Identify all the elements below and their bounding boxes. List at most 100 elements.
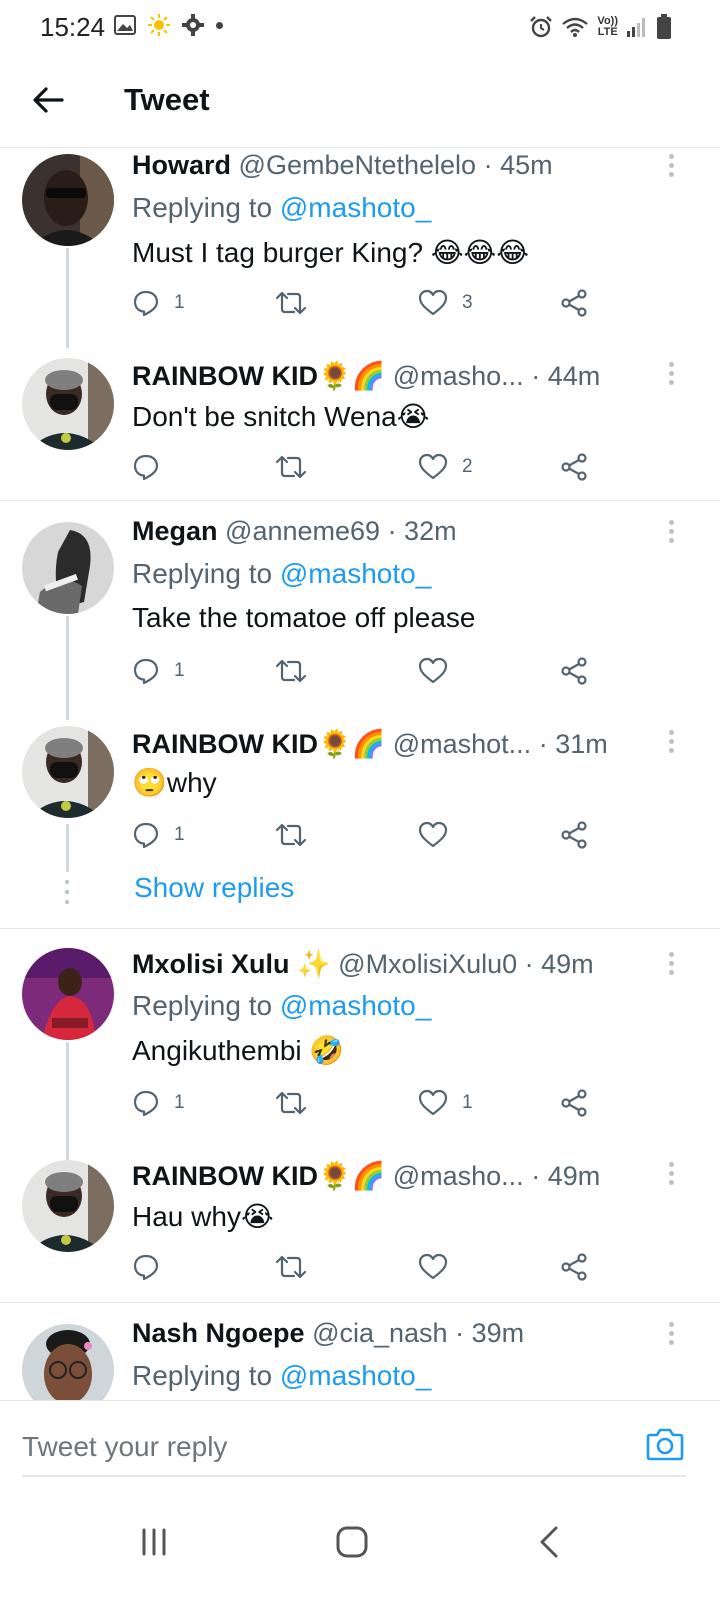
avatar[interactable] — [22, 1324, 114, 1400]
back-icon[interactable] — [530, 1522, 570, 1562]
share-button[interactable] — [560, 286, 588, 320]
reply-count: 1 — [174, 824, 185, 845]
reply-button[interactable]: 1 — [132, 1086, 185, 1120]
author-name[interactable]: Howard — [132, 150, 231, 180]
avatar[interactable] — [22, 726, 114, 818]
like-button[interactable] — [418, 654, 462, 688]
like-button[interactable] — [418, 818, 462, 852]
author-handle[interactable]: @masho... — [393, 361, 524, 391]
avatar[interactable] — [22, 948, 114, 1040]
mention-link[interactable]: @mashoto_ — [280, 990, 431, 1021]
retweet-button[interactable] — [274, 1086, 308, 1120]
avatar[interactable] — [22, 1160, 114, 1252]
tweet-megan[interactable]: Megan @anneme69 · 32m Replying to @masho… — [0, 502, 720, 720]
author-handle[interactable]: @GembeNtethelelo — [239, 150, 477, 180]
tweet-rainbow-kid[interactable]: RAINBOW KID🌻🌈 @mashot... · 31m 🙄why 1 Sh… — [0, 720, 720, 926]
home-icon[interactable] — [332, 1522, 372, 1562]
mention-link[interactable]: @mashoto_ — [280, 192, 431, 223]
tweet-time: · 31m — [538, 729, 608, 759]
reply-button[interactable]: 1 — [132, 654, 185, 688]
reply-button[interactable] — [132, 1250, 174, 1284]
share-button[interactable] — [560, 1086, 588, 1120]
show-replies-link[interactable]: Show replies — [134, 872, 294, 904]
system-nav-bar — [0, 1488, 720, 1600]
tweet-text: Angikuthembi 🤣 — [132, 1035, 345, 1066]
heart-icon — [418, 1253, 448, 1280]
reply-count: 1 — [174, 660, 185, 681]
reply-button[interactable]: 1 — [132, 818, 185, 852]
retweet-button[interactable] — [274, 1250, 308, 1284]
retweet-button[interactable] — [274, 654, 308, 688]
avatar[interactable] — [22, 522, 114, 614]
author-handle[interactable]: @anneme69 — [225, 516, 380, 546]
tweet-nash-ngoepe[interactable]: Nash Ngoepe @cia_nash · 39m Replying to … — [0, 1304, 720, 1400]
share-icon — [561, 1253, 587, 1281]
reply-input[interactable] — [22, 1427, 622, 1467]
like-button[interactable]: 2 — [418, 450, 473, 484]
like-count: 3 — [462, 292, 473, 313]
camera-icon[interactable] — [646, 1427, 684, 1461]
reply-icon — [133, 290, 159, 317]
reply-button[interactable] — [132, 450, 174, 484]
author-handle[interactable]: @mashot... — [393, 729, 531, 759]
avatar[interactable] — [22, 358, 114, 450]
thread-continuation-dots — [63, 880, 71, 910]
tweet-howard[interactable]: Howard @GembeNtethelelo · 45m Replying t… — [0, 148, 720, 348]
recents-icon[interactable] — [134, 1522, 174, 1562]
share-icon — [561, 1089, 587, 1117]
retweet-icon — [275, 455, 307, 479]
like-button[interactable] — [418, 1250, 462, 1284]
share-button[interactable] — [560, 818, 588, 852]
reply-button[interactable]: 1 — [132, 286, 185, 320]
tweet-rainbow-kid[interactable]: RAINBOW KID🌻🌈 @masho... · 44m Don't be s… — [0, 348, 720, 500]
reply-count: 1 — [174, 292, 185, 313]
tweet-time: · 49m — [524, 949, 594, 979]
tweet-rainbow-kid[interactable]: RAINBOW KID🌻🌈 @masho... · 49m Hau why😭 — [0, 1152, 720, 1300]
reply-feed[interactable]: Howard @GembeNtethelelo · 45m Replying t… — [0, 148, 720, 1400]
arrow-left-icon[interactable] — [30, 82, 66, 118]
share-button[interactable] — [560, 654, 588, 688]
mention-link[interactable]: @mashoto_ — [280, 558, 431, 589]
author-name[interactable]: RAINBOW KID🌻🌈 — [132, 361, 385, 391]
tweet-actions — [132, 1250, 612, 1284]
reply-bar — [0, 1400, 720, 1488]
signal-icon — [627, 18, 645, 37]
thread-line — [66, 824, 69, 872]
divider — [0, 928, 720, 929]
retweet-button[interactable] — [274, 286, 308, 320]
heart-icon — [418, 821, 448, 848]
author-handle[interactable]: @cia_nash — [312, 1318, 448, 1348]
more-options-icon[interactable] — [664, 1322, 678, 1348]
more-options-icon[interactable] — [664, 1162, 678, 1188]
retweet-icon — [275, 1091, 307, 1115]
more-options-icon[interactable] — [664, 730, 678, 756]
like-button[interactable]: 3 — [418, 286, 473, 320]
author-name[interactable]: RAINBOW KID🌻🌈 — [132, 729, 385, 759]
like-button[interactable]: 1 — [418, 1086, 473, 1120]
retweet-button[interactable] — [274, 818, 308, 852]
share-button[interactable] — [560, 1250, 588, 1284]
share-button[interactable] — [560, 450, 588, 484]
author-handle[interactable]: @MxolisiXulu0 — [338, 949, 517, 979]
mention-link[interactable]: @mashoto_ — [280, 1360, 431, 1391]
share-icon — [561, 453, 587, 481]
tweet-time: · 45m — [483, 150, 553, 180]
author-name[interactable]: Megan — [132, 516, 218, 546]
share-icon — [561, 289, 587, 317]
more-options-icon[interactable] — [664, 520, 678, 546]
avatar[interactable] — [22, 154, 114, 246]
tweet-time: · 44m — [531, 361, 601, 391]
tweet-text: Hau why😭 — [132, 1201, 274, 1232]
retweet-icon — [275, 823, 307, 847]
tweet-mxolisi-xulu[interactable]: Mxolisi Xulu ✨ @MxolisiXulu0 · 49m Reply… — [0, 930, 720, 1162]
replying-to: Replying to @mashoto_ — [132, 1360, 432, 1391]
author-name[interactable]: RAINBOW KID🌻🌈 — [132, 1161, 385, 1191]
more-options-icon[interactable] — [664, 362, 678, 388]
like-count: 1 — [462, 1092, 473, 1113]
author-handle[interactable]: @masho... — [393, 1161, 524, 1191]
author-name[interactable]: Mxolisi Xulu ✨ — [132, 949, 331, 979]
author-name[interactable]: Nash Ngoepe — [132, 1318, 305, 1348]
retweet-button[interactable] — [274, 450, 308, 484]
more-options-icon[interactable] — [664, 154, 678, 180]
more-options-icon[interactable] — [664, 952, 678, 978]
